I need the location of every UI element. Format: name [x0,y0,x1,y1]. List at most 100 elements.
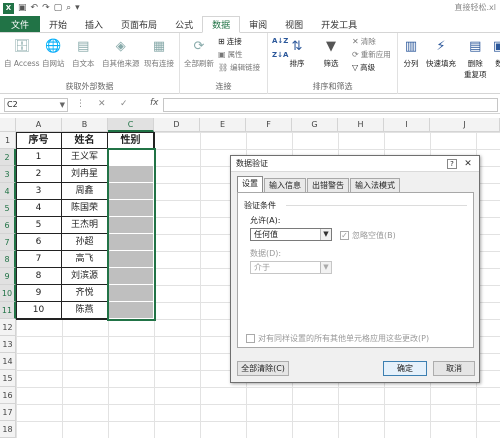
tab-home[interactable]: 开始 [40,16,76,32]
tab-review[interactable]: 审阅 [240,16,276,32]
web-icon: 🌐 [45,38,62,54]
row-header[interactable]: 4 [0,183,16,200]
row-header[interactable]: 8 [0,251,16,268]
row-header[interactable]: 1 [0,132,16,149]
column-header-j[interactable]: J [430,118,500,132]
from-other-sources-button[interactable]: ◈ 自其他来源 [102,37,140,69]
allow-select[interactable]: 任何值 ▼ [250,228,332,241]
clear-all-button[interactable]: 全部清除(C) [237,361,289,376]
print-preview-icon[interactable]: ⌕ [66,3,71,13]
row-header[interactable]: 13 [0,336,16,353]
row-header[interactable]: 7 [0,234,16,251]
column-header-c[interactable]: C [108,118,154,132]
select-all-corner[interactable] [0,118,16,132]
column-header-g[interactable]: G [292,118,338,132]
sort-button[interactable]: ⇅ 排序 [288,37,306,69]
checkbox-icon: ✓ [340,231,349,240]
refresh-all-button[interactable]: ⟳ 全部刷新 [184,37,214,69]
title-bar: X ▣ ↶ ↷ ▢ ⌕ ▾ 直接轻松.xl [0,0,500,16]
advanced-filter-button[interactable]: ▽ 高级 [352,62,375,73]
redo-icon[interactable]: ↷ [42,3,50,13]
tab-input-message[interactable]: 输入信息 [264,178,306,192]
close-icon[interactable]: ✕ [461,159,475,169]
confirm-formula-icon[interactable]: ✓ [120,99,128,109]
filter-button[interactable]: ▼ 筛选 [322,37,340,69]
tab-file[interactable]: 文件 [0,16,41,32]
column-header-h[interactable]: H [338,118,384,132]
tab-settings[interactable]: 设置 [237,176,263,192]
row-header[interactable]: 2 [0,149,16,166]
column-header-e[interactable]: E [200,118,246,132]
tab-page-layout[interactable]: 页面布局 [112,16,166,32]
text-to-columns-button[interactable]: ▥ 分列 [402,37,420,69]
connections-button[interactable]: ⊞ 连接 [218,36,242,47]
remove-duplicates-button[interactable]: ▤ 删除 重复项 [464,37,487,80]
row-header[interactable]: 10 [0,285,16,302]
row-header[interactable]: 11 [0,302,16,319]
tab-data[interactable]: 数据 [202,16,241,33]
name-box[interactable]: C2 ▼ [4,98,68,112]
sort-za-icon[interactable]: Z↓A [272,51,288,59]
sort-icon: ⇅ [291,38,303,54]
section-divider [286,205,467,206]
column-header-d[interactable]: D [154,118,200,132]
tab-ime-mode[interactable]: 输入法模式 [350,178,400,192]
ok-button[interactable]: 确定 [383,361,427,376]
settings-panel: 验证条件 允许(A): 任何值 ▼ ✓ 忽略空值(B) 数据(D): 介于 ▼ … [237,192,474,348]
ignore-blank-checkbox[interactable]: ✓ 忽略空值(B) [340,230,396,241]
help-icon[interactable]: ? [447,159,457,169]
column-header-i[interactable]: I [384,118,430,132]
row-header[interactable]: 5 [0,200,16,217]
new-file-icon[interactable]: ▢ [54,3,63,13]
column-header-f[interactable]: F [246,118,292,132]
row-header[interactable]: 16 [0,387,16,404]
tab-insert[interactable]: 插入 [76,16,112,32]
tab-view[interactable]: 视图 [276,16,312,32]
customize-qat-icon[interactable]: ▾ [75,3,80,13]
tab-formulas[interactable]: 公式 [166,16,202,32]
cancel-button[interactable]: 取消 [433,361,475,376]
existing-connections-button[interactable]: ▦ 现有连接 [144,37,174,69]
from-text-button[interactable]: ▤ 自文本 [72,37,95,69]
dialog-title-bar[interactable]: 数据验证 ? ✕ [231,156,479,172]
row-header[interactable]: 3 [0,166,16,183]
properties-button[interactable]: ▣ 属性 [218,49,243,60]
from-web-button[interactable]: 🌐 自网站 [42,37,65,69]
flash-fill-button[interactable]: ⚡ 快速填充 [426,37,456,69]
row-header[interactable]: 18 [0,421,16,438]
sort-az-icon[interactable]: A↓Z [272,37,288,45]
row-header[interactable]: 14 [0,353,16,370]
edit-links-icon: ⛓ [218,63,229,72]
ribbon-tabs: 文件 开始 插入 页面布局 公式 数据 审阅 视图 开发工具 [0,16,500,33]
from-access-button[interactable]: 🗄 自 Access [4,37,40,69]
row-header[interactable]: 17 [0,404,16,421]
tab-developer[interactable]: 开发工具 [312,16,366,32]
column-header-b[interactable]: B [62,118,108,132]
clear-filter-icon: ✕ [352,37,359,46]
row-header[interactable]: 12 [0,319,16,336]
allow-label: 允许(A): [250,216,281,225]
formula-input[interactable] [163,98,498,112]
group-sort-filter: A↓Z Z↓A ⇅ 排序 ▼ 筛选 ✕ 清除 ⟳ 重新应用 ▽ 高级 排序和筛选 [268,33,398,94]
undo-icon[interactable]: ↶ [31,3,39,13]
row-header[interactable]: 9 [0,268,16,285]
name-box-dropdown-icon[interactable]: ▼ [60,99,65,111]
column-header-a[interactable]: A [16,118,62,132]
text-to-columns-icon: ▥ [404,38,418,54]
save-icon[interactable]: ▣ [18,3,27,13]
clear-filter-button[interactable]: ✕ 清除 [352,36,376,47]
group-label-sort-filter: 排序和筛选 [312,82,353,91]
row-header[interactable]: 15 [0,370,16,387]
edit-links-button[interactable]: ⛓ 编辑链接 [218,62,260,73]
chevron-down-icon[interactable]: ▼ [320,229,331,240]
data-validation-button[interactable]: ▣ 数 [490,37,500,69]
chevron-down-icon[interactable]: ▼ [320,262,331,273]
reapply-button[interactable]: ⟳ 重新应用 [352,49,391,60]
row-header[interactable]: 6 [0,217,16,234]
cancel-formula-icon[interactable]: ✕ [98,99,106,109]
apply-to-all-checkbox[interactable]: 对有同样设置的所有其他单元格应用这些更改(P) [246,333,429,344]
insert-function-icon[interactable]: fx [150,98,159,108]
tab-error-alert[interactable]: 出错警告 [307,178,349,192]
data-select[interactable]: 介于 ▼ [250,261,332,274]
separator-icon: ⋮ [76,99,85,109]
